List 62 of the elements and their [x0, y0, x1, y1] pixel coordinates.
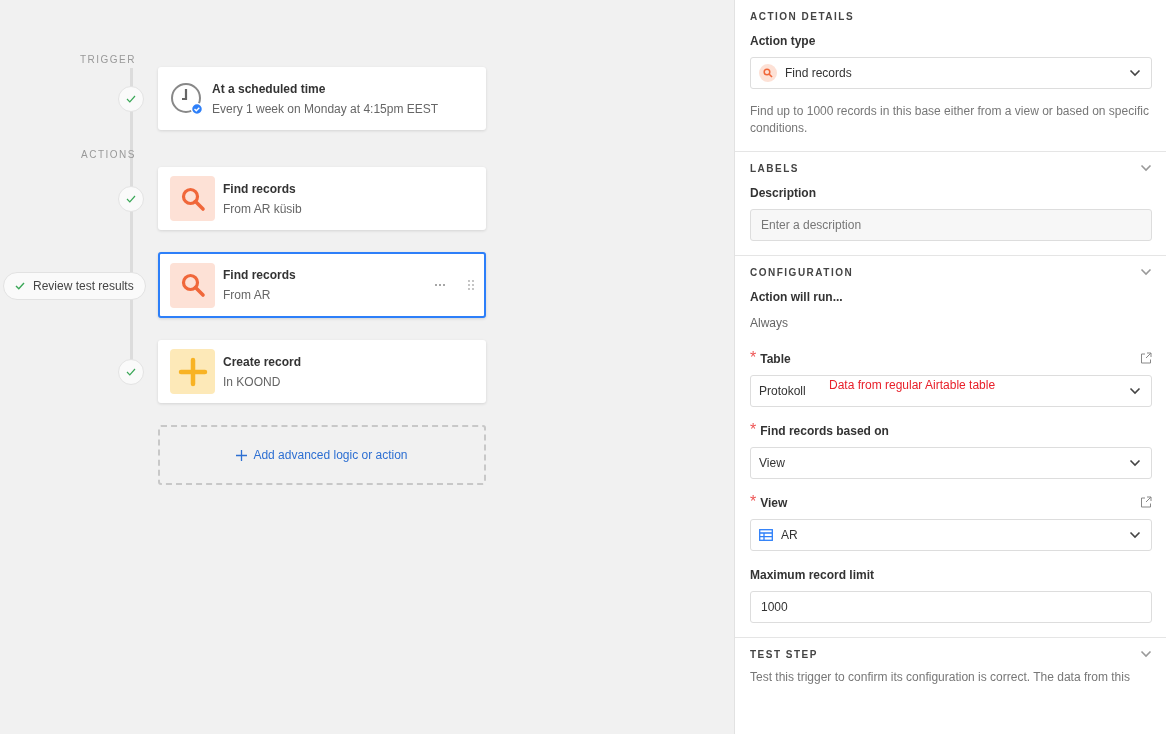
check-icon [126, 194, 136, 203]
add-action-button[interactable]: Add advanced logic or action [158, 425, 486, 485]
check-icon [15, 281, 25, 290]
field-label: Find records based on [760, 424, 889, 438]
chevron-down-icon [1129, 531, 1141, 539]
help-text: Test this trigger to confirm its configuration is correct. The data from this [750, 669, 1131, 686]
required-mark: * [750, 493, 757, 510]
step-title: Create record [223, 354, 303, 369]
section-label: ACTIONS [80, 148, 136, 162]
clock-icon [170, 81, 204, 116]
select-field[interactable]: Protokoll Data from regular Airtable table [750, 375, 1152, 407]
help-text: Find up to 1000 records in this base either from a view or based on specific conditions. [750, 103, 1150, 137]
search-icon [170, 176, 215, 221]
review-results-button[interactable]: Review test results [3, 271, 146, 300]
collapse-chevron-icon [1140, 650, 1152, 658]
more-icon[interactable] [434, 283, 446, 287]
annotation-text: Data from regular Airtable table [829, 378, 996, 392]
field-value: Always [750, 316, 788, 330]
section-title: CONFIGURATION [750, 266, 854, 278]
step-subtitle: From AR küsib [223, 201, 303, 216]
step-title: At a scheduled time [212, 81, 327, 96]
field-label: View [760, 496, 788, 510]
step-subtitle: Every 1 week on Monday at 4:15pm EEST [212, 101, 440, 116]
field-label: Action will run... [750, 290, 843, 304]
chevron-down-icon [1129, 69, 1141, 77]
select-field[interactable]: View [750, 447, 1152, 479]
step-subtitle: In KOOND [223, 374, 282, 389]
chevron-down-icon [1129, 387, 1141, 395]
field-label: Action type [750, 34, 816, 48]
external-link-icon[interactable] [1140, 352, 1152, 364]
check-icon [126, 94, 136, 103]
step-card[interactable]: At a scheduled time Every 1 week on Monday at 4:15pm EEST [158, 67, 486, 130]
field-label: Table [760, 352, 791, 366]
select-field[interactable]: AR [750, 519, 1152, 551]
search-icon [759, 64, 777, 82]
check-icon [126, 367, 136, 376]
field-label: Maximum record limit [750, 568, 875, 582]
plus-icon [236, 449, 248, 461]
step-title: Find records [223, 268, 297, 282]
step-card[interactable]: Create record In KOOND [158, 340, 486, 403]
drag-handle-icon[interactable] [468, 280, 474, 290]
required-mark: * [750, 421, 757, 438]
collapse-chevron-icon [1140, 268, 1152, 276]
search-icon [170, 262, 215, 308]
step-title: Find records [223, 181, 297, 196]
section-label: TRIGGER [78, 53, 136, 67]
step-subtitle: From AR [223, 288, 272, 302]
section-title: LABELS [750, 162, 799, 174]
section-title: TEST STEP [750, 648, 818, 660]
grid-icon [759, 529, 773, 541]
step-card[interactable]: Find records From AR küsib [158, 167, 486, 230]
field-label: Description [750, 186, 816, 200]
step-card[interactable]: Find records From AR [158, 252, 486, 318]
select-field[interactable]: Find records [750, 57, 1152, 89]
external-link-icon[interactable] [1140, 496, 1152, 508]
input-field[interactable]: Enter a description [750, 209, 1152, 241]
input-field[interactable]: 1000 [750, 591, 1152, 623]
chevron-down-icon [1129, 459, 1141, 467]
collapse-chevron-icon [1140, 164, 1152, 172]
section-title: ACTION DETAILS [750, 10, 855, 22]
required-mark: * [750, 349, 757, 366]
plus-icon [170, 349, 215, 394]
